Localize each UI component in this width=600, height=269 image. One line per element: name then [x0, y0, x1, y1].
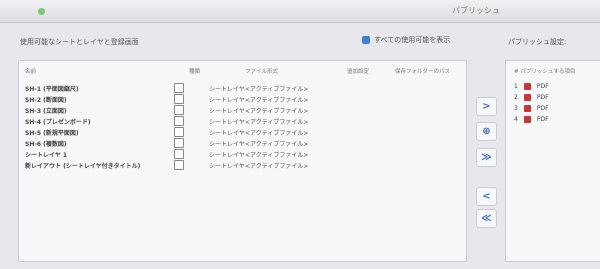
table-row[interactable]: SH-6 (複数図) シートレイヤ <アクティブファイル> — [19, 138, 464, 149]
add-all-button[interactable]: ≫ — [476, 148, 497, 167]
row-checkbox[interactable] — [174, 94, 184, 104]
row-name: SH-3 (立面図) — [25, 108, 67, 115]
row-name: シートレイヤ 1 — [25, 152, 68, 159]
column-header-settings[interactable]: 追加設定 — [347, 67, 369, 75]
column-header-name[interactable]: 名前 — [25, 67, 36, 75]
table-row[interactable]: 新レイアウト (シートレイヤ付きタイトル) シートレイヤ <アクティブファイル> — [19, 160, 464, 171]
list-item[interactable]: 1 PDF — [514, 83, 549, 90]
row-type: シートレイヤ — [209, 163, 245, 170]
row-type: シートレイヤ — [209, 97, 245, 104]
pdf-icon — [523, 105, 531, 112]
show-all-toggle[interactable]: すべての使用可能を表示 — [362, 35, 450, 45]
row-type: シートレイヤ — [209, 141, 245, 148]
item-format: PDF — [536, 94, 549, 101]
row-name: SH-6 (複数図) — [25, 141, 67, 148]
row-checkbox[interactable] — [174, 149, 184, 159]
column-header-file-format[interactable]: ファイル形式 — [245, 67, 278, 75]
table-row[interactable]: SH-2 (断面図) シートレイヤ <アクティブファイル> — [19, 94, 464, 105]
item-number: 3 — [514, 105, 518, 112]
row-format: <アクティブファイル> — [245, 152, 309, 159]
row-type: シートレイヤ — [209, 119, 245, 126]
sheet-list[interactable]: 名前 種類 ファイル形式 追加設定 保存フォルダーのパス SH-1 (平面図縮尺… — [18, 60, 467, 262]
publish-settings-title: パブリッシュ設定: — [508, 38, 567, 46]
row-checkbox[interactable] — [174, 160, 184, 170]
table-row[interactable]: シートレイヤ 1 シートレイヤ <アクティブファイル> — [19, 149, 464, 160]
row-checkbox[interactable] — [174, 127, 184, 137]
publish-list-header: # パブリッシュする項目 — [514, 69, 576, 75]
row-name: 新レイアウト (シートレイヤ付きタイトル) — [25, 163, 141, 170]
row-format: <アクティブファイル> — [245, 141, 309, 148]
remove-all-button[interactable]: ≪ — [476, 209, 497, 228]
row-type: シートレイヤ — [209, 108, 245, 115]
column-header-save-folder[interactable]: 保存フォルダーのパス — [395, 67, 450, 75]
row-checkbox[interactable] — [174, 138, 184, 148]
table-row[interactable]: SH-5 (新規平面図) シートレイヤ <アクティブファイル> — [19, 127, 464, 138]
list-item[interactable]: 4 PDF — [514, 116, 549, 123]
row-format: <アクティブファイル> — [245, 97, 309, 104]
checkbox-icon[interactable] — [362, 36, 370, 44]
row-name: SH-5 (新規平面図) — [25, 130, 79, 137]
pdf-icon — [523, 116, 531, 123]
row-checkbox[interactable] — [174, 105, 184, 115]
row-format: <アクティブファイル> — [245, 86, 309, 93]
pdf-icon — [523, 83, 531, 90]
column-header-type[interactable]: 種類 — [189, 67, 200, 75]
row-format: <アクティブファイル> — [245, 130, 309, 137]
title-bar: パブリッシュ — [0, 0, 600, 23]
publish-list[interactable]: # パブリッシュする項目 1 PDF 2 PDF 3 PDF 4 PDF — [505, 60, 600, 262]
item-format: PDF — [536, 83, 549, 90]
pdf-icon — [523, 94, 531, 101]
row-name: SH-2 (断面図) — [25, 97, 67, 104]
row-format: <アクティブファイル> — [245, 108, 309, 115]
left-section-title: 使用可能なシートとレイヤと登録画面 — [20, 38, 139, 46]
list-item[interactable]: 3 PDF — [514, 105, 549, 112]
item-number: 4 — [514, 116, 518, 123]
row-name: SH-1 (平面図縮尺) — [25, 86, 79, 93]
show-all-label: すべての使用可能を表示 — [374, 36, 451, 44]
table-row[interactable]: SH-4 (プレゼンボード) シートレイヤ <アクティブファイル> — [19, 116, 464, 127]
list-item[interactable]: 2 PDF — [514, 94, 549, 101]
row-format: <アクティブファイル> — [245, 163, 309, 170]
add-button[interactable]: > — [476, 97, 497, 116]
row-checkbox[interactable] — [174, 116, 184, 126]
remove-button[interactable]: < — [476, 187, 497, 206]
row-checkbox[interactable] — [174, 83, 184, 93]
window-title: パブリッシュ — [452, 6, 500, 15]
row-type: シートレイヤ — [209, 86, 245, 93]
row-name: SH-4 (プレゼンボード) — [25, 119, 91, 126]
add-options-button[interactable]: ⊕ — [476, 122, 497, 141]
item-number: 1 — [514, 83, 518, 90]
table-row[interactable]: SH-1 (平面図縮尺) シートレイヤ <アクティブファイル> — [19, 83, 464, 94]
row-type: シートレイヤ — [209, 152, 245, 159]
table-row[interactable]: SH-3 (立面図) シートレイヤ <アクティブファイル> — [19, 105, 464, 116]
row-format: <アクティブファイル> — [245, 119, 309, 126]
item-format: PDF — [536, 105, 549, 112]
item-number: 2 — [514, 94, 518, 101]
row-type: シートレイヤ — [209, 130, 245, 137]
item-format: PDF — [536, 116, 549, 123]
